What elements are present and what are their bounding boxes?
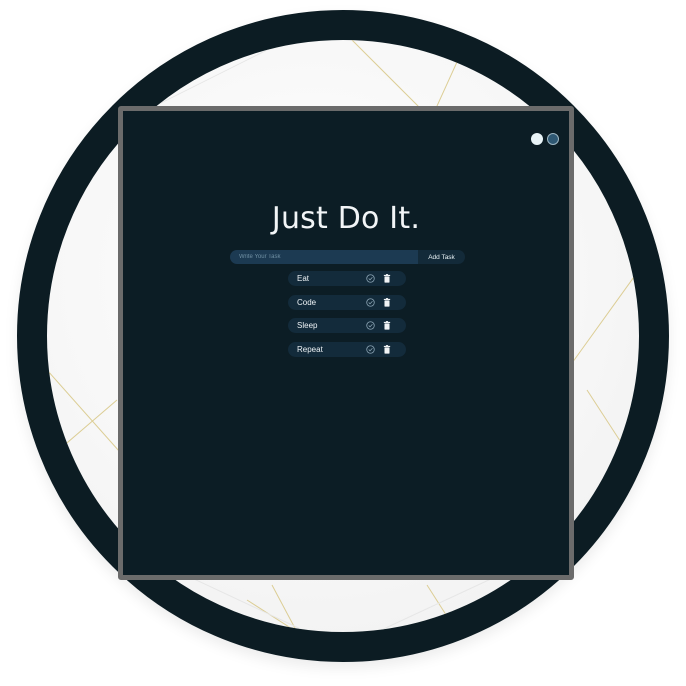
todo-item: Sleep bbox=[288, 318, 406, 333]
task-form: Add Task bbox=[230, 250, 465, 264]
screenshot-stage: Just Do It. Add Task Eat Code bbox=[0, 0, 686, 686]
check-circle-icon[interactable] bbox=[366, 274, 375, 283]
add-task-button[interactable]: Add Task bbox=[418, 250, 465, 264]
trash-icon[interactable] bbox=[383, 344, 391, 354]
check-circle-icon[interactable] bbox=[366, 297, 375, 307]
todo-list: Eat Code Sleep Repeat bbox=[288, 271, 406, 365]
app-window: Just Do It. Add Task Eat Code bbox=[118, 106, 574, 580]
todo-label: Sleep bbox=[297, 321, 318, 330]
page-title: Just Do It. bbox=[271, 201, 421, 237]
check-circle-icon[interactable] bbox=[366, 344, 375, 354]
trash-icon[interactable] bbox=[383, 297, 391, 307]
todo-item: Code bbox=[288, 294, 406, 310]
trash-icon[interactable] bbox=[383, 274, 391, 283]
dark-theme-toggle[interactable] bbox=[547, 133, 559, 145]
trash-icon[interactable] bbox=[383, 321, 391, 330]
check-circle-icon[interactable] bbox=[366, 321, 375, 330]
task-input[interactable] bbox=[230, 250, 418, 264]
todo-item: Eat bbox=[288, 271, 406, 286]
todo-label: Repeat bbox=[297, 344, 323, 354]
todo-label: Code bbox=[297, 297, 317, 307]
todo-label: Eat bbox=[297, 274, 310, 283]
light-theme-toggle[interactable] bbox=[531, 133, 543, 145]
todo-item: Repeat bbox=[288, 341, 406, 357]
